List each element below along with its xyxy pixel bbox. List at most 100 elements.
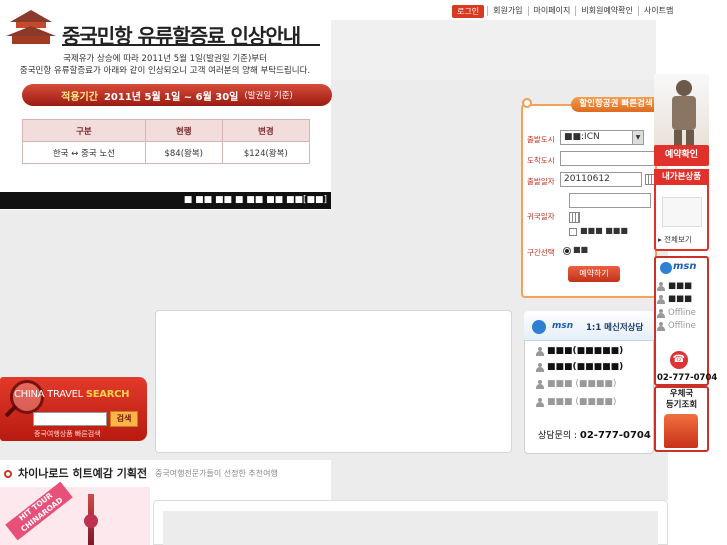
period-bar: 적용기간 2011년 5월 1일 ~ 6월 30일 (발권일 기준) bbox=[22, 84, 332, 106]
trip-type-value: ■■ bbox=[573, 245, 589, 254]
mailbox-icon bbox=[664, 414, 698, 448]
hit-tour-content bbox=[163, 511, 658, 545]
person-icon bbox=[536, 362, 544, 372]
banner-title-underline bbox=[62, 44, 320, 46]
content-background-bottom bbox=[331, 452, 668, 500]
view-all-link[interactable]: ▸ 전체보기 bbox=[658, 234, 692, 245]
person-icon bbox=[536, 397, 544, 407]
contact-name: ■■■ (■■■■) bbox=[547, 379, 617, 389]
messenger-contact[interactable]: ■■■ (■■■■) bbox=[536, 379, 616, 389]
header-band bbox=[331, 20, 656, 80]
travel-search-subtitle: 중국여행상품 빠른검색 bbox=[34, 430, 101, 438]
top-navigation: 로그인 회원가입 마이페이지 비회원예약확인 사이트맵 bbox=[452, 4, 678, 18]
banner-description-line2: 중국민항 유류할증료가 아래와 같이 인상되오니 고객 여러분의 양해 부탁드립… bbox=[19, 66, 311, 76]
radio-dot bbox=[565, 249, 569, 253]
side-msn-contact[interactable]: ■■■ bbox=[657, 294, 692, 304]
sitemap-link[interactable]: 사이트맵 bbox=[637, 6, 678, 16]
chevron-down-icon: ▼ bbox=[632, 131, 643, 144]
arrive-city-input[interactable] bbox=[560, 151, 658, 166]
contact-name: ■■■ (■■■■) bbox=[547, 397, 617, 407]
table-cell: $84(왕복) bbox=[144, 141, 223, 164]
recently-viewed-thumbnail[interactable] bbox=[662, 197, 702, 227]
msn-logo: msn bbox=[552, 321, 574, 331]
depart-city-value: ■■:ICN bbox=[564, 132, 600, 142]
side-phone-number: 02-777-0704 bbox=[657, 373, 718, 383]
side-msn-contact[interactable]: Offline bbox=[657, 321, 696, 331]
contact-status: Offline bbox=[668, 308, 696, 318]
section-bullet-icon bbox=[4, 470, 12, 478]
contact-name: ■■■(■■■■■) bbox=[547, 346, 624, 356]
travel-search-title: CHINA TRAVEL SEARCH bbox=[14, 389, 130, 400]
consult-phone: 상담문의 : 02-777-0704 bbox=[538, 428, 651, 441]
table-header-row: 구분 현행 변경 bbox=[22, 119, 311, 142]
return-date-input[interactable] bbox=[569, 193, 651, 208]
person-icon bbox=[657, 321, 665, 331]
depart-date-input[interactable]: 20110612 bbox=[560, 172, 642, 187]
travel-search-title-a: CHINA TRAVEL bbox=[14, 389, 83, 400]
person-icon bbox=[536, 346, 544, 356]
banner-description-line1: 국제유가 상승에 따라 2011년 5월 1일(발권일 기준)부터 bbox=[63, 54, 267, 64]
depart-city-select[interactable]: ■■:ICN ▼ bbox=[560, 130, 644, 145]
table-cell: $124(왕복) bbox=[221, 141, 311, 164]
travel-search-input[interactable] bbox=[33, 412, 107, 426]
post-office-label: 우체국 등기조회 bbox=[656, 389, 707, 411]
person-icon bbox=[536, 379, 544, 389]
signup-link[interactable]: 회원가입 bbox=[487, 6, 527, 16]
warrior-figure-icon bbox=[672, 80, 696, 148]
post-office-line2: 등기조회 bbox=[665, 400, 698, 410]
calendar-icon[interactable] bbox=[569, 212, 580, 223]
option-checkbox-label: ■■■ ■■■ bbox=[580, 226, 628, 235]
surcharge-table: 구분 현행 변경 한국 ↔ 중국 노선 $84(왕복) $124(왕복) bbox=[22, 119, 311, 164]
period-note: (발권일 기준) bbox=[244, 91, 293, 101]
msn-icon bbox=[660, 262, 672, 274]
content-box bbox=[155, 310, 512, 453]
messenger-contact[interactable]: ■■■(■■■■■) bbox=[536, 362, 623, 372]
panel-bullet-icon bbox=[522, 98, 532, 108]
reserve-button[interactable]: 예약하기 bbox=[568, 266, 620, 282]
contact-name: ■■■ bbox=[668, 281, 693, 291]
period-value: 2011년 5월 1일 ~ 6월 30일 bbox=[103, 91, 239, 103]
banner-pager[interactable]: ■ ■■ ■■ ■ ■■ ■■ ■■[■■] bbox=[0, 192, 331, 209]
side-msn-logo: msn bbox=[673, 261, 697, 272]
trip-type-label: 구간선택 bbox=[527, 248, 555, 257]
return-date-label: 귀국일자 bbox=[527, 212, 555, 221]
guest-booking-link[interactable]: 비회원예약확인 bbox=[575, 6, 638, 16]
side-msn-contact[interactable]: Offline bbox=[657, 308, 696, 318]
recently-viewed-title: 내가본상품 bbox=[654, 169, 709, 185]
pagoda-icon bbox=[6, 10, 56, 44]
table-row: 한국 ↔ 중국 노선 $84(왕복) $124(왕복) bbox=[22, 141, 311, 164]
tv-tower-sphere-icon bbox=[84, 514, 98, 528]
messenger-contact[interactable]: ■■■(■■■■■) bbox=[536, 346, 623, 356]
arrive-city-label: 도착도시 bbox=[527, 156, 555, 165]
login-button[interactable]: 로그인 bbox=[452, 4, 485, 18]
person-icon bbox=[657, 294, 665, 304]
section-subtitle: 중국여행전문가들이 선정한 추천여행 bbox=[155, 469, 278, 478]
mypage-link[interactable]: 마이페이지 bbox=[527, 6, 576, 16]
contact-name: ■■■ bbox=[668, 294, 693, 304]
side-msn-contact[interactable]: ■■■ bbox=[657, 281, 692, 291]
depart-date-label: 출발일자 bbox=[527, 177, 555, 186]
table-header: 현행 bbox=[144, 119, 223, 142]
terracotta-warrior-image bbox=[654, 74, 709, 152]
period-label: 적용기간 bbox=[61, 91, 98, 103]
msn-icon bbox=[532, 320, 546, 334]
messenger-contact[interactable]: ■■■ (■■■■) bbox=[536, 397, 616, 407]
person-icon bbox=[657, 308, 665, 318]
contact-name: ■■■(■■■■■) bbox=[547, 362, 624, 372]
section-title: 차이나로드 히트예감 기획전 bbox=[18, 467, 148, 480]
travel-search-title-b: SEARCH bbox=[85, 389, 130, 400]
phone-icon: ☎ bbox=[670, 351, 688, 369]
messenger-title: 1:1 메신저상담 bbox=[586, 323, 644, 333]
table-header: 구분 bbox=[22, 119, 146, 142]
depart-city-label: 출발도시 bbox=[527, 135, 555, 144]
flight-search-title: 할인항공권 빠른검색 bbox=[571, 97, 661, 112]
post-office-line1: 우체국 bbox=[669, 389, 694, 399]
contact-status: Offline bbox=[668, 321, 696, 331]
option-checkbox[interactable] bbox=[569, 228, 577, 236]
trip-type-radio[interactable] bbox=[563, 247, 571, 255]
table-header: 변경 bbox=[221, 119, 311, 142]
booking-confirm-button[interactable]: 예약확인 bbox=[654, 145, 709, 166]
travel-search-button[interactable]: 검색 bbox=[110, 411, 138, 427]
table-cell: 한국 ↔ 중국 노선 bbox=[22, 141, 146, 164]
person-icon bbox=[657, 281, 665, 291]
